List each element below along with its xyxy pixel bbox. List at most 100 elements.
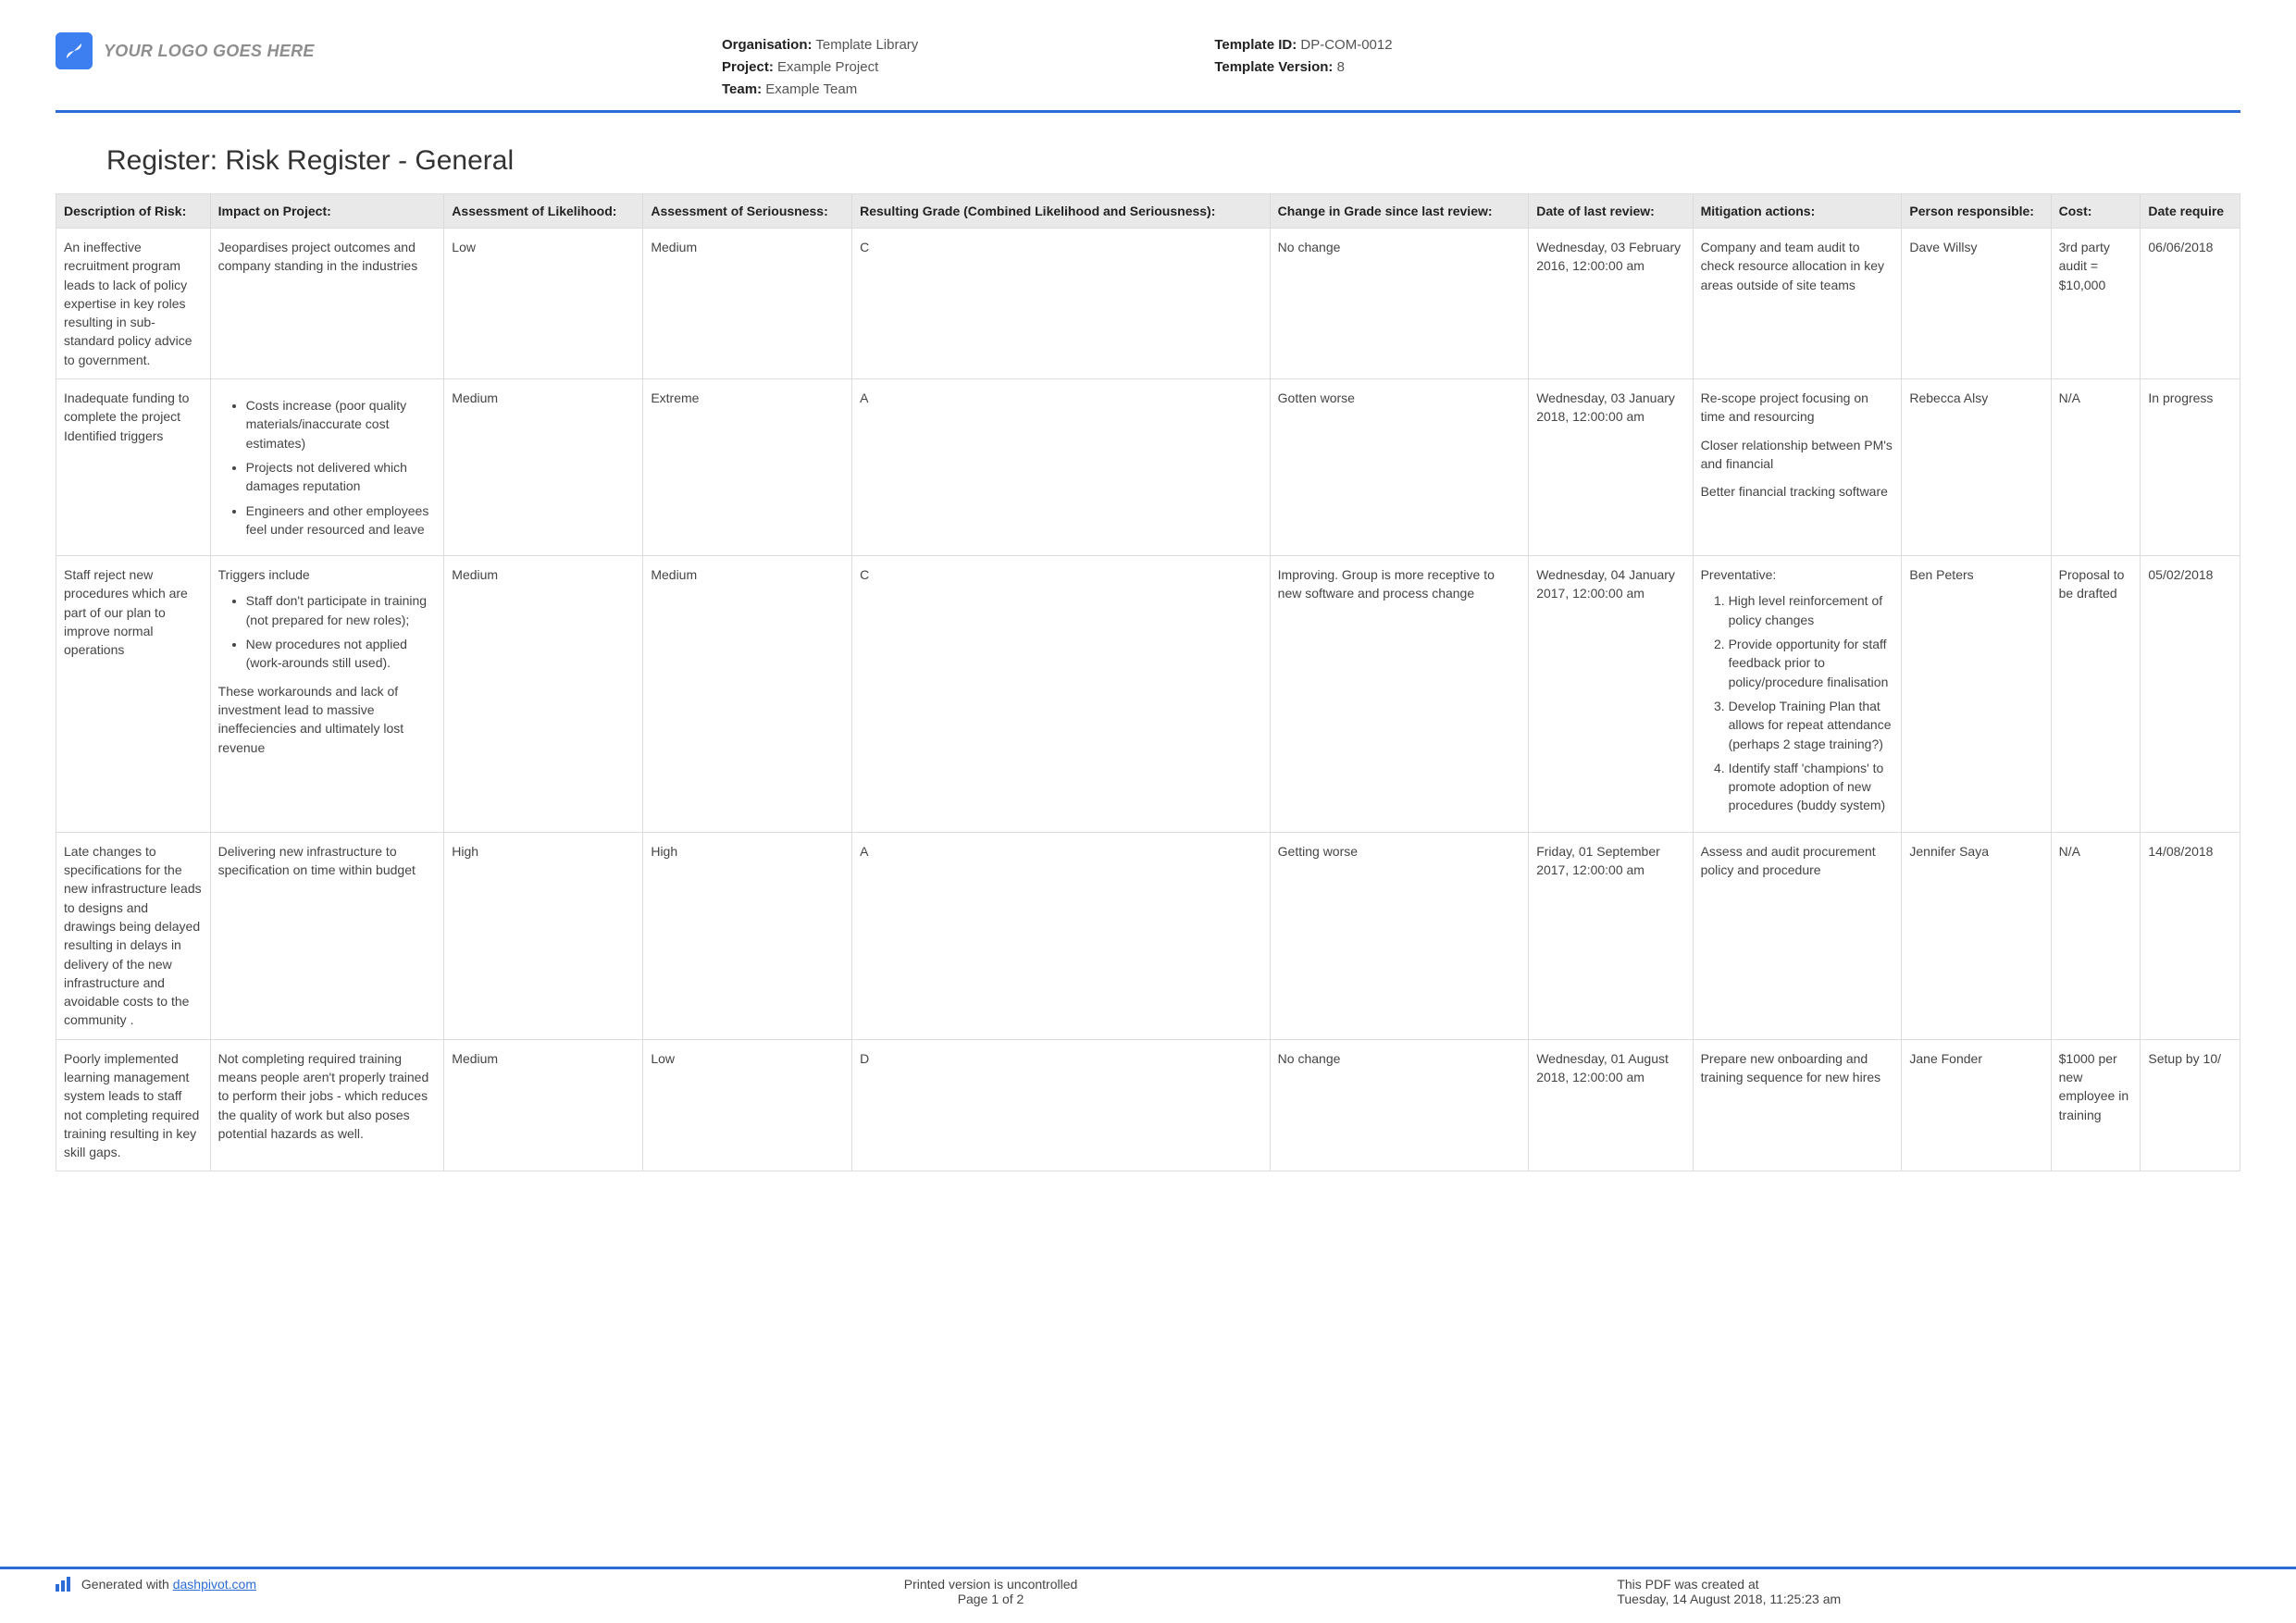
table-header: Description of Risk: Impact on Project: … bbox=[56, 194, 2240, 229]
cell-mitigation: Company and team audit to check resource… bbox=[1693, 229, 1902, 379]
cell: Wednesday, 01 August 2018, 12:00:00 am bbox=[1529, 1039, 1693, 1171]
template-version-value: 8 bbox=[1337, 59, 1345, 75]
risk-register-table: Description of Risk: Impact on Project: … bbox=[56, 193, 2240, 1171]
cell: Getting worse bbox=[1270, 832, 1529, 1039]
cell: Medium bbox=[444, 379, 643, 556]
footer-center: Printed version is uncontrolled Page 1 o… bbox=[679, 1577, 1303, 1606]
col-date-required: Date require bbox=[2141, 194, 2240, 229]
cell: 3rd party audit = $10,000 bbox=[2051, 229, 2141, 379]
document-page: YOUR LOGO GOES HERE Organisation: Templa… bbox=[0, 0, 2296, 1623]
col-mitigation: Mitigation actions: bbox=[1693, 194, 1902, 229]
cell-impact: Delivering new infrastructure to specifi… bbox=[210, 832, 444, 1039]
cell: A bbox=[852, 832, 1271, 1039]
logo-area: YOUR LOGO GOES HERE bbox=[56, 32, 722, 69]
cell: Extreme bbox=[643, 379, 852, 556]
col-description: Description of Risk: bbox=[56, 194, 211, 229]
cell: No change bbox=[1270, 1039, 1529, 1171]
cell: Medium bbox=[444, 1039, 643, 1171]
cell: Ben Peters bbox=[1902, 556, 2051, 833]
cell-impact: Jeopardises project outcomes and company… bbox=[210, 229, 444, 379]
cell-mitigation: Prepare new onboarding and training sequ… bbox=[1693, 1039, 1902, 1171]
created-label: This PDF was created at bbox=[1617, 1577, 2240, 1592]
col-grade: Resulting Grade (Combined Likelihood and… bbox=[852, 194, 1271, 229]
org-label: Organisation: bbox=[722, 37, 813, 53]
meta-left: Organisation: Template Library Project: … bbox=[722, 34, 918, 101]
cell: Late changes to specifications for the n… bbox=[56, 832, 211, 1039]
cell: Wednesday, 03 February 2016, 12:00:00 am bbox=[1529, 229, 1693, 379]
list-item: Projects not delivered which damages rep… bbox=[246, 458, 437, 496]
template-version-label: Template Version: bbox=[1214, 59, 1333, 75]
cell-impact: Costs increase (poor quality materials/i… bbox=[210, 379, 444, 556]
table-wrap: Description of Risk: Impact on Project: … bbox=[56, 193, 2240, 1171]
cell: Poorly implemented learning management s… bbox=[56, 1039, 211, 1171]
cell: 14/08/2018 bbox=[2141, 832, 2240, 1039]
list-item: Staff don't participate in training (not… bbox=[246, 591, 437, 629]
header: YOUR LOGO GOES HERE Organisation: Templa… bbox=[56, 32, 2240, 113]
list-item: Identify staff 'champions' to promote ad… bbox=[1729, 759, 1894, 815]
cell: Staff reject new procedures which are pa… bbox=[56, 556, 211, 833]
cell: Inadequate funding to complete the proje… bbox=[56, 379, 211, 556]
list-item: New procedures not applied (work-arounds… bbox=[246, 635, 437, 673]
col-impact: Impact on Project: bbox=[210, 194, 444, 229]
cell: Rebecca Alsy bbox=[1902, 379, 2051, 556]
cell: High bbox=[643, 832, 852, 1039]
cell: Low bbox=[444, 229, 643, 379]
cell: N/A bbox=[2051, 379, 2141, 556]
cell: Wednesday, 04 January 2017, 12:00:00 am bbox=[1529, 556, 1693, 833]
team-label: Team: bbox=[722, 81, 762, 97]
cell: $1000 per new employee in training bbox=[2051, 1039, 2141, 1171]
cell: An ineffective recruitment program leads… bbox=[56, 229, 211, 379]
page-number: Page 1 of 2 bbox=[679, 1592, 1303, 1606]
logo-placeholder-text: YOUR LOGO GOES HERE bbox=[104, 42, 315, 61]
uncontrolled-text: Printed version is uncontrolled bbox=[679, 1577, 1303, 1592]
generated-prefix: Generated with bbox=[81, 1577, 173, 1592]
table-row: Inadequate funding to complete the proje… bbox=[56, 379, 2240, 556]
table-row: An ineffective recruitment program leads… bbox=[56, 229, 2240, 379]
col-seriousness: Assessment of Seriousness: bbox=[643, 194, 852, 229]
dashpivot-icon bbox=[56, 1577, 72, 1594]
cell: Proposal to be drafted bbox=[2051, 556, 2141, 833]
cell: D bbox=[852, 1039, 1271, 1171]
cell: A bbox=[852, 379, 1271, 556]
cell-mitigation: Assess and audit procurement policy and … bbox=[1693, 832, 1902, 1039]
list-item: High level reinforcement of policy chang… bbox=[1729, 591, 1894, 629]
cell: 06/06/2018 bbox=[2141, 229, 2240, 379]
dashpivot-link[interactable]: dashpivot.com bbox=[173, 1577, 256, 1592]
cell: Wednesday, 03 January 2018, 12:00:00 am bbox=[1529, 379, 1693, 556]
list-item: Costs increase (poor quality materials/i… bbox=[246, 396, 437, 452]
cell: N/A bbox=[2051, 832, 2141, 1039]
created-at: Tuesday, 14 August 2018, 11:25:23 am bbox=[1617, 1592, 2240, 1606]
cell: C bbox=[852, 556, 1271, 833]
cell: Improving. Group is more receptive to ne… bbox=[1270, 556, 1529, 833]
col-likelihood: Assessment of Likelihood: bbox=[444, 194, 643, 229]
cell: Setup by 10/ bbox=[2141, 1039, 2240, 1171]
cell: Friday, 01 September 2017, 12:00:00 am bbox=[1529, 832, 1693, 1039]
cell: High bbox=[444, 832, 643, 1039]
col-change: Change in Grade since last review: bbox=[1270, 194, 1529, 229]
cell: Medium bbox=[643, 229, 852, 379]
project-label: Project: bbox=[722, 59, 774, 75]
footer: Generated with dashpivot.com Printed ver… bbox=[0, 1567, 2296, 1623]
table-row: Poorly implemented learning management s… bbox=[56, 1039, 2240, 1171]
cell: Gotten worse bbox=[1270, 379, 1529, 556]
cell: Low bbox=[643, 1039, 852, 1171]
col-cost: Cost: bbox=[2051, 194, 2141, 229]
cell: 05/02/2018 bbox=[2141, 556, 2240, 833]
table-row: Staff reject new procedures which are pa… bbox=[56, 556, 2240, 833]
cell: Medium bbox=[643, 556, 852, 833]
footer-right: This PDF was created at Tuesday, 14 Augu… bbox=[1302, 1577, 2240, 1606]
meta-right: Template ID: DP-COM-0012 Template Versio… bbox=[1214, 34, 1392, 101]
list-item: Provide opportunity for staff feedback p… bbox=[1729, 635, 1894, 691]
table-row: Late changes to specifications for the n… bbox=[56, 832, 2240, 1039]
team-value: Example Team bbox=[765, 81, 857, 97]
list-item: Engineers and other employees feel under… bbox=[246, 502, 437, 539]
cell: C bbox=[852, 229, 1271, 379]
cell-impact: Not completing required training means p… bbox=[210, 1039, 444, 1171]
cell: Dave Willsy bbox=[1902, 229, 2051, 379]
template-id-value: DP-COM-0012 bbox=[1300, 37, 1392, 53]
logo-icon bbox=[56, 32, 93, 69]
cell: In progress bbox=[2141, 379, 2240, 556]
col-responsible: Person responsible: bbox=[1902, 194, 2051, 229]
table-body: An ineffective recruitment program leads… bbox=[56, 229, 2240, 1171]
cell-mitigation: Preventative:High level reinforcement of… bbox=[1693, 556, 1902, 833]
